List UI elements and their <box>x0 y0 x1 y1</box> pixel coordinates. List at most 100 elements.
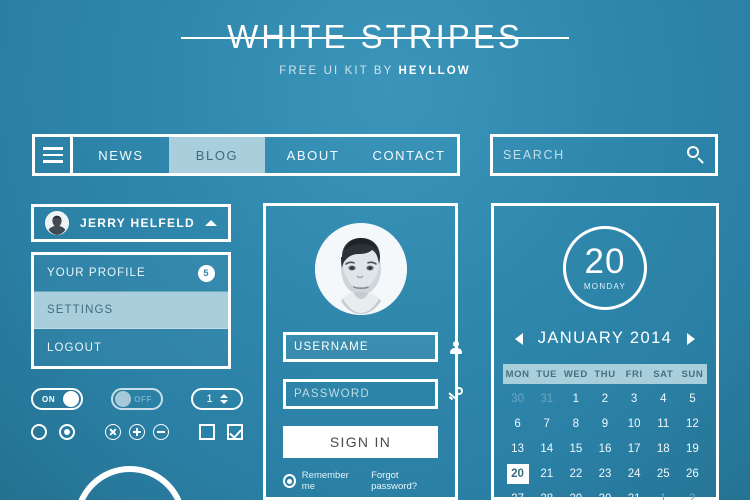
sign-in-button[interactable]: SIGN IN <box>283 426 438 458</box>
password-input[interactable] <box>294 388 448 400</box>
calendar-day[interactable]: 3 <box>620 386 649 411</box>
calendar-day[interactable]: 2 <box>590 386 619 411</box>
calendar-day[interactable]: 31 <box>620 486 649 500</box>
menu-item-label: SETTINGS <box>47 304 114 316</box>
month-label: JANUARY 2014 <box>537 329 673 347</box>
calendar-day-selected[interactable]: 20 <box>503 461 532 486</box>
radio-dot <box>286 478 292 484</box>
calendar-day[interactable]: 26 <box>678 461 707 486</box>
quantity-stepper[interactable]: 1 <box>191 388 243 410</box>
calendar-day[interactable]: 19 <box>678 436 707 461</box>
plus-circle-icon[interactable] <box>129 424 145 440</box>
hamburger-bar <box>42 153 63 157</box>
menu-item-your-profile[interactable]: YOUR PROFILE 5 <box>34 255 228 292</box>
toggle-off[interactable]: OFF <box>111 388 163 410</box>
calendar-day[interactable]: 28 <box>532 486 561 500</box>
radio-dot <box>64 429 70 435</box>
calendar-widget: 20 MONDAY JANUARY 2014 MON TUE WED THU F… <box>491 203 719 500</box>
username-field[interactable] <box>283 332 462 362</box>
menu-item-logout[interactable]: LOGOUT <box>34 329 228 366</box>
calendar-day[interactable]: 18 <box>649 436 678 461</box>
hamburger-bar <box>42 160 63 163</box>
checkbox-empty-icon[interactable] <box>199 424 215 440</box>
calendar-day[interactable]: 16 <box>590 436 619 461</box>
calendar-day[interactable]: 27 <box>503 486 532 500</box>
user-name-label: JERRY HELFELD <box>80 216 195 230</box>
calendar-day[interactable]: 14 <box>532 436 561 461</box>
hamburger-icon[interactable] <box>35 137 73 173</box>
chevron-left-icon[interactable] <box>514 332 523 345</box>
chevron-down-icon[interactable] <box>219 400 228 404</box>
radio-selected-icon[interactable] <box>59 424 75 440</box>
calendar-day[interactable]: 7 <box>532 411 561 436</box>
calendar-day[interactable]: 30 <box>503 386 532 411</box>
calendar-day[interactable]: 31 <box>532 386 561 411</box>
menu-item-label: LOGOUT <box>47 341 103 354</box>
user-icon <box>448 340 463 355</box>
calendar-day[interactable]: 1 <box>561 386 590 411</box>
calendar-day[interactable]: 30 <box>590 486 619 500</box>
subtitle-prefix: FREE UI KIT BY <box>279 65 399 77</box>
close-circle-icon[interactable] <box>105 424 121 440</box>
remember-me-radio[interactable] <box>283 474 296 488</box>
search-box[interactable] <box>490 134 718 176</box>
calendar-day[interactable]: 29 <box>561 486 590 500</box>
forgot-password-link[interactable]: Forgot password? <box>371 470 438 492</box>
password-field[interactable] <box>283 379 465 409</box>
minus-circle-icon[interactable] <box>153 424 169 440</box>
calendar-day[interactable]: 17 <box>620 436 649 461</box>
toggle-on[interactable]: ON <box>31 388 83 410</box>
status-badge: 5 <box>198 264 215 282</box>
calendar-day-grid: 30 31 1 2 3 4 5 6 7 8 9 10 11 12 13 14 15 16 17 18 19 20 21 22 2… <box>503 386 707 500</box>
calendar-day[interactable]: 24 <box>620 461 649 486</box>
controls-row-selectors <box>31 424 246 440</box>
search-icon[interactable] <box>687 146 705 164</box>
dial-knob[interactable] <box>74 466 186 500</box>
chevron-up-icon[interactable] <box>219 394 228 398</box>
calendar-day[interactable]: 2 <box>678 486 707 500</box>
calendar-day[interactable]: 9 <box>590 411 619 436</box>
calendar-day[interactable]: 6 <box>503 411 532 436</box>
controls-row-toggles: ON OFF 1 <box>31 388 246 410</box>
calendar-day[interactable]: 1 <box>649 486 678 500</box>
nav-item-contact[interactable]: CONTACT <box>361 137 457 173</box>
nav-item-news[interactable]: NEWS <box>73 137 169 173</box>
calendar-day[interactable]: 12 <box>678 411 707 436</box>
calendar-day[interactable]: 11 <box>649 411 678 436</box>
calendar-day[interactable]: 15 <box>561 436 590 461</box>
controls-showcase: ON OFF 1 <box>31 388 246 440</box>
calendar-day[interactable]: 8 <box>561 411 590 436</box>
chevron-right-icon[interactable] <box>687 332 696 345</box>
calendar-day[interactable]: 4 <box>649 386 678 411</box>
weekday-label: THU <box>594 368 616 380</box>
nav-item-blog[interactable]: BLOG <box>169 137 265 173</box>
calendar-day[interactable]: 22 <box>561 461 590 486</box>
calendar-day-number: 20 <box>506 463 529 484</box>
calendar-day[interactable]: 21 <box>532 461 561 486</box>
calendar-day[interactable]: 10 <box>620 411 649 436</box>
radio-empty-icon[interactable] <box>31 424 47 440</box>
calendar-day[interactable]: 25 <box>649 461 678 486</box>
title-group: WHITE STRIPES <box>181 18 569 56</box>
subtitle-brand: HEYLLOW <box>398 65 471 77</box>
key-icon <box>448 385 465 402</box>
title-strikethrough-line <box>181 37 569 39</box>
menu-item-settings[interactable]: SETTINGS <box>34 292 228 329</box>
calendar-day[interactable]: 5 <box>678 386 707 411</box>
page-header: WHITE STRIPES FREE UI KIT BY HEYLLOW <box>0 18 750 77</box>
search-input[interactable] <box>503 148 687 162</box>
weekday-label: FRI <box>625 368 643 380</box>
toggle-off-label: OFF <box>134 394 152 404</box>
username-input[interactable] <box>294 341 448 353</box>
checkbox-checked-icon[interactable] <box>227 424 243 440</box>
calendar-day[interactable]: 23 <box>590 461 619 486</box>
toggle-knob <box>63 391 79 407</box>
chevron-up-icon[interactable] <box>205 220 217 226</box>
remember-me-label: Remember me <box>301 470 349 492</box>
nav-item-about[interactable]: ABOUT <box>265 137 361 173</box>
user-dropdown-button[interactable]: JERRY HELFELD <box>31 204 231 242</box>
month-navigation: JANUARY 2014 <box>503 329 707 348</box>
profile-photo <box>314 223 407 315</box>
calendar-day[interactable]: 13 <box>503 436 532 461</box>
stepper-arrows[interactable] <box>219 394 228 404</box>
